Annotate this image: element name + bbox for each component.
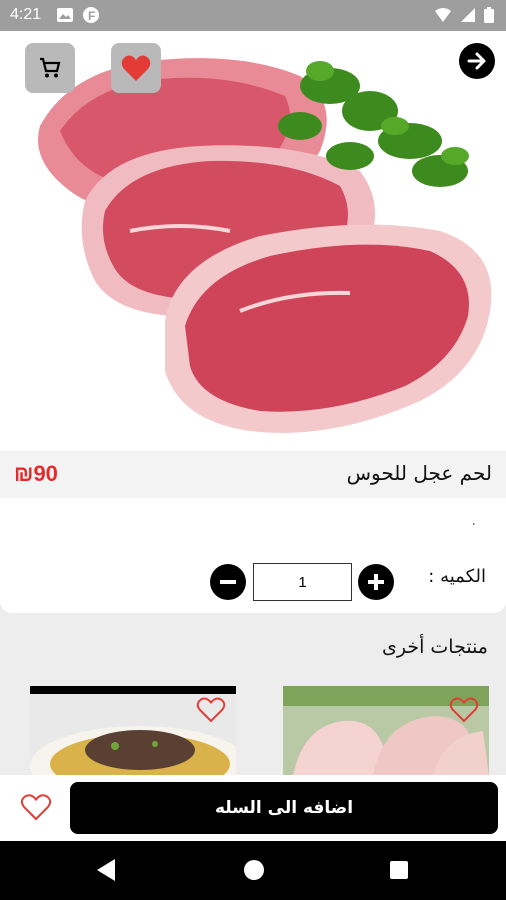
photo-icon [57, 8, 73, 22]
minus-icon [220, 580, 236, 584]
heart-outline-icon[interactable] [449, 696, 479, 723]
favorite-button[interactable] [111, 43, 161, 93]
product-info-card: لحم عجل للحوس ₪90 . الكميه : [0, 451, 506, 613]
arrow-right-icon [467, 52, 486, 70]
heart-outline-icon[interactable] [20, 793, 52, 821]
quantity-increase-button[interactable] [358, 564, 394, 600]
status-time: 4:21 [10, 6, 42, 23]
heart-outline-icon[interactable] [196, 696, 226, 723]
status-bar: 4:21 F [0, 0, 506, 31]
meat-illustration [38, 58, 492, 433]
title-row: لحم عجل للحوس ₪90 [0, 451, 506, 498]
f-icon: F [83, 7, 99, 23]
nav-recents-icon[interactable] [390, 861, 408, 879]
wifi-icon [435, 8, 451, 22]
product-image [0, 31, 506, 451]
cart-button[interactable] [25, 43, 75, 93]
nav-back-icon[interactable] [97, 859, 115, 881]
bottom-action-bar: اضافه الى السله [0, 775, 506, 841]
product-description: . [471, 513, 476, 529]
back-button[interactable] [459, 43, 495, 79]
other-products-title: منتجات أخرى [381, 636, 488, 658]
product-title: لحم عجل للحوس [346, 461, 492, 485]
signal-icon [461, 8, 475, 22]
cart-icon [40, 57, 61, 78]
status-left-icons: F [56, 6, 100, 24]
quantity-decrease-button[interactable] [210, 564, 246, 600]
quantity-input[interactable] [253, 563, 352, 601]
status-right-icons [434, 7, 494, 23]
heart-icon [121, 55, 151, 81]
add-to-cart-button[interactable]: اضافه الى السله [70, 782, 498, 834]
nav-home-icon[interactable] [244, 860, 264, 880]
battery-icon [484, 7, 494, 23]
svg-text:F: F [88, 9, 95, 23]
quantity-label: الكميه : [428, 566, 486, 587]
other-product-card[interactable] [30, 686, 236, 776]
system-nav-bar [0, 841, 506, 900]
product-price: ₪90 [14, 461, 58, 486]
other-product-card[interactable] [283, 686, 489, 776]
plus-icon [368, 574, 384, 590]
